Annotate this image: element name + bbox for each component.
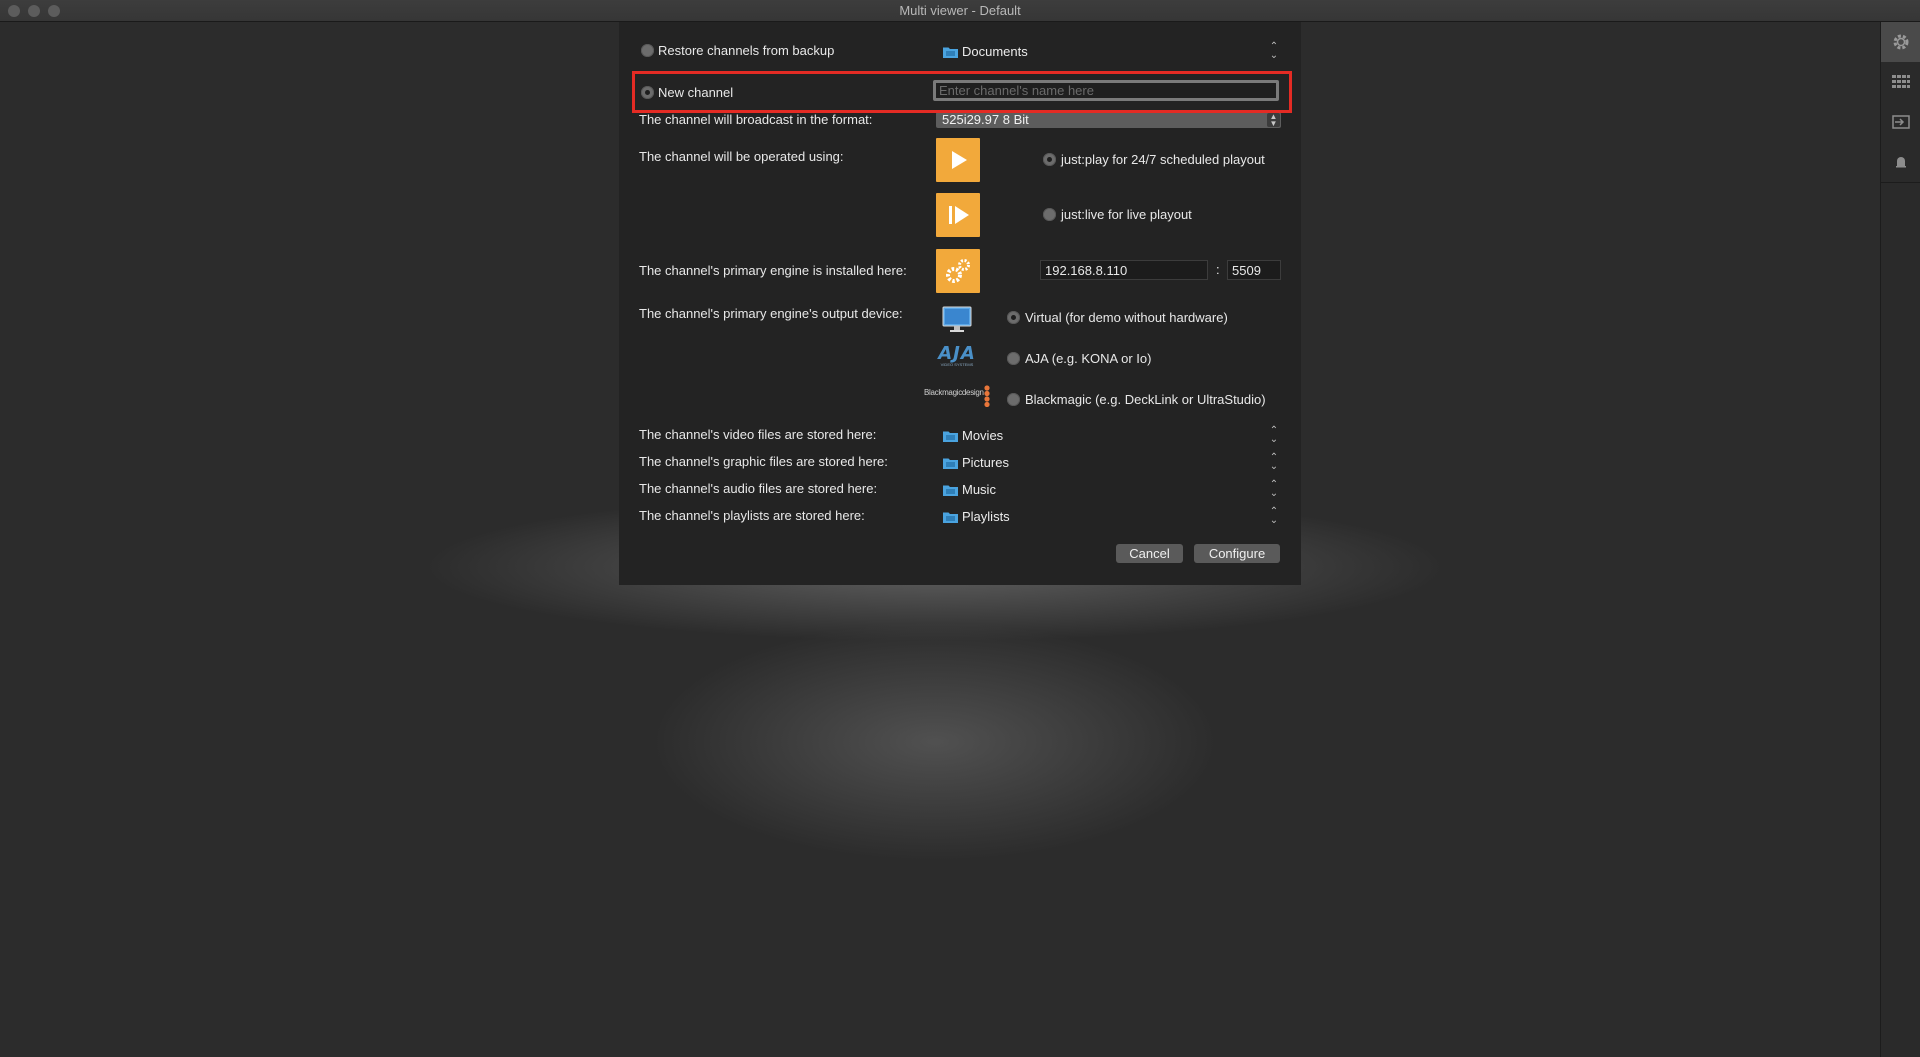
new-channel-dialog: Restore channels from backup Documents ⌃… — [619, 22, 1301, 585]
audio-storage-popup[interactable]: Music ⌃ ⌄ — [936, 480, 1281, 500]
output-device-label: The channel's primary engine's output de… — [639, 306, 903, 321]
chevron-updown-icon: ⌃ ⌄ — [1269, 506, 1279, 526]
engine-location-label: The channel's primary engine is installe… — [639, 263, 907, 278]
blackmagic-logo-text: Blackmagicdesign — [924, 388, 984, 397]
chevron-updown-icon: ▲ ▼ — [1267, 113, 1280, 128]
chevron-updown-icon: ⌃ ⌄ — [1269, 41, 1279, 61]
aja-logo-subtext: VIDEO SYSTEMS — [940, 362, 974, 367]
playlists-storage-popup[interactable]: Playlists ⌃ ⌄ — [936, 507, 1281, 527]
live-icon — [949, 206, 969, 224]
format-value: 525i29.97 8 Bit — [942, 112, 1029, 127]
restore-channels-radio[interactable] — [641, 44, 654, 57]
backup-location-value: Documents — [962, 44, 1028, 59]
aja-logo-text: AJA — [938, 343, 976, 364]
justplay-tile — [936, 138, 980, 182]
folder-icon — [943, 431, 958, 442]
gear-icon — [1893, 34, 1909, 50]
engine-host-input[interactable] — [1040, 260, 1208, 280]
blackmagic-logo: Blackmagicdesign — [924, 385, 994, 407]
configure-button[interactable]: Configure — [1194, 544, 1280, 563]
bell-icon — [1896, 157, 1906, 168]
right-toolbar — [1880, 22, 1920, 1057]
chevron-updown-icon: ⌃ ⌄ — [1269, 425, 1279, 445]
blackmagic-dots-icon — [984, 385, 990, 407]
folder-icon — [943, 512, 958, 523]
grid-rail-button[interactable] — [1881, 62, 1920, 102]
window-title: Multi viewer - Default — [899, 3, 1021, 18]
title-bar: Multi viewer - Default — [0, 0, 1920, 22]
virtual-output-radio[interactable] — [1007, 311, 1020, 324]
aja-output-radio[interactable] — [1007, 352, 1020, 365]
aja-logo: AJA VIDEO SYSTEMS — [925, 343, 989, 368]
playlists-storage-value: Playlists — [962, 509, 1010, 524]
engine-port-input[interactable] — [1227, 260, 1281, 280]
host-port-separator: : — [1216, 262, 1220, 277]
channel-name-input[interactable] — [933, 80, 1279, 101]
chevron-updown-icon: ⌃ ⌄ — [1269, 452, 1279, 472]
cancel-button[interactable]: Cancel — [1116, 544, 1183, 563]
input-icon — [1892, 115, 1910, 129]
audio-storage-value: Music — [962, 482, 996, 497]
graphic-storage-value: Pictures — [962, 455, 1009, 470]
playlists-storage-label: The channel's playlists are stored here: — [639, 508, 865, 523]
blurred-background-shape — [650, 622, 1220, 862]
new-channel-radio[interactable] — [641, 86, 654, 99]
folder-icon — [943, 485, 958, 496]
graphic-storage-popup[interactable]: Pictures ⌃ ⌄ — [936, 453, 1281, 473]
format-select[interactable]: 525i29.97 8 Bit ▲ ▼ — [936, 112, 1281, 128]
play-icon — [952, 151, 967, 169]
chevron-updown-icon: ⌃ ⌄ — [1269, 479, 1279, 499]
engine-tile — [936, 249, 980, 293]
operated-using-label: The channel will be operated using: — [639, 149, 844, 164]
graphic-storage-label: The channel's graphic files are stored h… — [639, 454, 888, 469]
backup-location-popup[interactable]: Documents ⌃ ⌄ — [936, 42, 1281, 62]
audio-storage-label: The channel's audio files are stored her… — [639, 481, 878, 496]
gears-icon — [946, 259, 970, 283]
folder-icon — [943, 458, 958, 469]
settings-rail-button[interactable] — [1881, 22, 1920, 62]
virtual-output-label[interactable]: Virtual (for demo without hardware) — [1025, 310, 1228, 325]
input-rail-button[interactable] — [1881, 102, 1920, 142]
blackmagic-output-label[interactable]: Blackmagic (e.g. DeckLink or UltraStudio… — [1025, 392, 1266, 407]
video-storage-label: The channel's video files are stored her… — [639, 427, 877, 442]
justplay-radio[interactable] — [1043, 153, 1056, 166]
alerts-rail-button[interactable] — [1881, 142, 1920, 182]
justplay-label[interactable]: just:play for 24/7 scheduled playout — [1061, 152, 1265, 167]
rail-divider — [1881, 182, 1920, 183]
folder-icon — [943, 47, 958, 58]
justlive-tile — [936, 193, 980, 237]
justlive-label[interactable]: just:live for live playout — [1061, 207, 1192, 222]
aja-output-label[interactable]: AJA (e.g. KONA or Io) — [1025, 351, 1151, 366]
format-label: The channel will broadcast in the format… — [639, 112, 873, 127]
video-storage-value: Movies — [962, 428, 1004, 443]
video-storage-popup[interactable]: Movies ⌃ ⌄ — [936, 426, 1281, 446]
grid-icon — [1892, 75, 1910, 88]
justlive-radio[interactable] — [1043, 208, 1056, 221]
new-channel-label[interactable]: New channel — [658, 85, 733, 100]
blackmagic-output-radio[interactable] — [1007, 393, 1020, 406]
monitor-icon — [942, 306, 972, 332]
restore-channels-label[interactable]: Restore channels from backup — [658, 43, 834, 58]
